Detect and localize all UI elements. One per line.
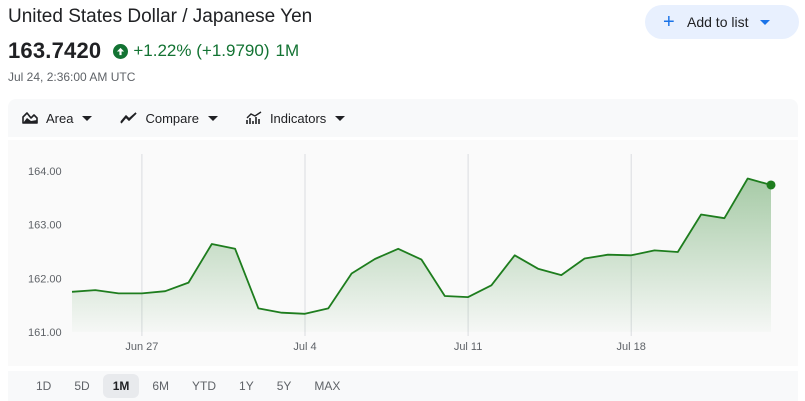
x-tick-label: Jul 11	[454, 341, 483, 353]
area-label: Area	[46, 110, 74, 126]
compare-label: Compare	[145, 110, 199, 126]
area-chart-icon	[22, 112, 38, 124]
current-price: 163.7420	[8, 38, 102, 63]
price-change: +1.22% (+1.9790) 1M	[113, 41, 299, 61]
y-tick-label: 162.00	[28, 273, 62, 285]
y-tick-label: 164.00	[28, 166, 62, 178]
chevron-down-icon	[335, 115, 346, 121]
add-to-list-button[interactable]: + Add to list	[645, 5, 799, 39]
y-tick-label: 163.00	[28, 220, 62, 232]
arrow-up-circle-icon	[113, 43, 129, 59]
pair-title: United States Dollar / Japanese Yen	[8, 6, 313, 27]
price-row: 163.7420 +1.22% (+1.9790) 1M	[8, 38, 299, 64]
price-chart[interactable]: 164.00 163.00 162.00 161.00 Jun 27 Jul 4 Jul 1…	[8, 140, 798, 366]
plus-icon: +	[663, 11, 675, 33]
indicators-icon	[246, 111, 262, 124]
chevron-down-icon	[82, 115, 93, 121]
range-1d[interactable]: 1D	[26, 374, 61, 398]
range-max[interactable]: MAX	[304, 374, 350, 398]
range-1m[interactable]: 1M	[102, 374, 140, 398]
x-tick-label: Jul 18	[617, 341, 646, 353]
timestamp: Jul 24, 2:36:00 AM UTC	[8, 70, 136, 84]
range-6m[interactable]: 6M	[142, 374, 179, 398]
indicators-label: Indicators	[269, 110, 327, 126]
compare-icon	[120, 112, 138, 124]
chevron-down-icon	[760, 19, 771, 25]
range-selector: 1D 5D 1M 6M YTD 1Y 5Y MAX	[8, 371, 798, 401]
add-to-list-label: Add to list	[687, 14, 749, 30]
range-5y[interactable]: 5Y	[267, 374, 302, 398]
chevron-down-icon	[207, 115, 218, 121]
chart-toolbar: Area Compare Indicators	[8, 99, 798, 137]
x-tick-label: Jun 27	[125, 341, 158, 353]
price-chart-svg: 164.00 163.00 162.00 161.00 Jun 27 Jul 4 Jul 1…	[28, 154, 776, 353]
range-ytd[interactable]: YTD	[182, 374, 226, 398]
current-price-marker	[766, 180, 776, 190]
indicators-dropdown[interactable]: Indicators	[246, 110, 346, 126]
range-5d[interactable]: 5D	[64, 374, 99, 398]
price-area	[72, 178, 771, 332]
compare-dropdown[interactable]: Compare	[120, 110, 218, 126]
x-tick-label: Jul 4	[293, 341, 316, 353]
change-value: +1.22% (+1.9790)	[133, 41, 270, 60]
y-tick-label: 161.00	[28, 327, 62, 339]
area-dropdown[interactable]: Area	[22, 110, 93, 126]
change-period: 1M	[275, 41, 300, 60]
range-1y[interactable]: 1Y	[229, 374, 264, 398]
